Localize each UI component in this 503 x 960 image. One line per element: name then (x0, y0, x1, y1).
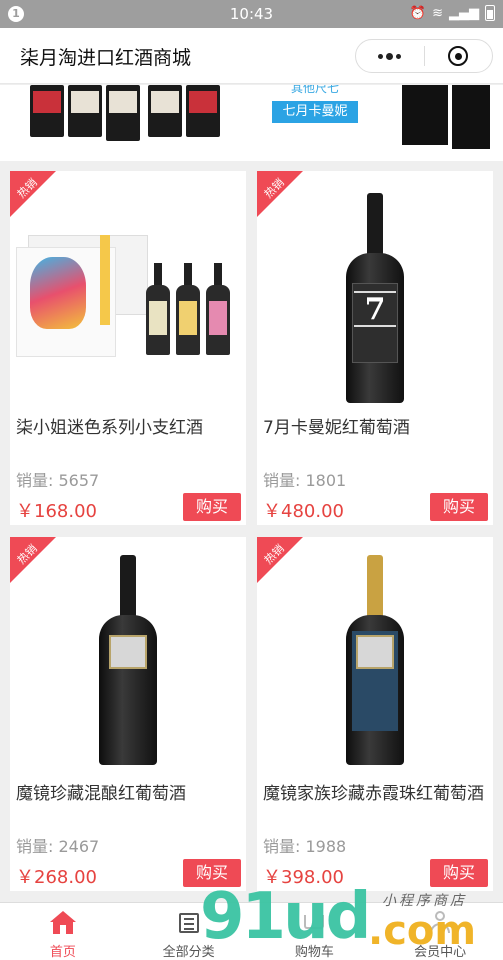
banner-headline: 其他尺七 (290, 85, 339, 95)
product-name[interactable]: 柒小姐迷色系列小支红酒 (16, 415, 242, 441)
promo-banner[interactable]: 其他尺七 七月卡曼妮 (0, 85, 503, 161)
product-price: ￥480.00 (263, 501, 344, 522)
close-miniprogram-icon[interactable] (425, 40, 493, 72)
tab-home[interactable]: 首页 (0, 903, 126, 960)
user-icon (427, 911, 453, 935)
banner-bottle (68, 85, 102, 137)
list-icon (176, 911, 202, 935)
miniprogram-capsule (355, 39, 493, 73)
gift-art-illustration (30, 257, 86, 329)
mini-bottle (176, 263, 200, 355)
tab-member-label: 会员中心 (414, 945, 467, 960)
navigation-bar: 柒月淘进口红酒商城 (0, 28, 503, 84)
banner-bottle (106, 85, 140, 141)
buy-button[interactable]: 购买 (183, 493, 241, 521)
banner-gift-box (452, 85, 490, 149)
buy-button[interactable]: 购买 (430, 859, 488, 887)
product-card[interactable]: 热销 魔镜家族珍藏赤霞珠红葡萄酒 销量: 1988 ￥398.00 购买 (257, 537, 493, 891)
sales-count: 销量: 1988 (263, 837, 347, 856)
tab-cart[interactable]: 购物车 (252, 903, 378, 960)
bottom-tab-bar: 首页 全部分类 购物车 会员中心 (0, 902, 503, 960)
signal-icon: ▂▄▆ (449, 5, 479, 21)
tab-cart-label: 购物车 (294, 945, 334, 960)
page-title: 柒月淘进口红酒商城 (20, 47, 192, 69)
sales-count: 销量: 5657 (16, 471, 100, 490)
banner-bottle (186, 85, 220, 137)
product-card[interactable]: 热销 魔镜珍藏混酿红葡萄酒 销量: 2467 ￥268.00 购买 (10, 537, 246, 891)
hot-badge: 热销 (10, 171, 56, 217)
hot-badge: 热销 (257, 171, 303, 217)
alarm-icon: ⏰ (409, 5, 427, 21)
banner-gift-box (402, 85, 448, 145)
product-card[interactable]: 热销 柒小姐迷色系列小支红酒 销量: 5657 ￥168.00 购买 (10, 171, 246, 525)
product-price: ￥398.00 (263, 867, 344, 888)
product-price: ￥268.00 (16, 867, 97, 888)
mini-bottle (206, 263, 230, 355)
product-name[interactable]: 魔镜家族珍藏赤霞珠红葡萄酒 (263, 781, 489, 807)
tab-member[interactable]: 会员中心 (377, 903, 503, 960)
home-icon (49, 911, 76, 935)
mini-bottle (146, 263, 170, 355)
wine-bottle-illustration (99, 555, 157, 769)
product-price: ￥168.00 (16, 501, 97, 522)
tab-categories-label: 全部分类 (162, 945, 215, 960)
sales-count: 销量: 2467 (16, 837, 100, 856)
sales-count: 销量: 1801 (263, 471, 347, 490)
hot-badge: 热销 (10, 537, 56, 583)
product-name[interactable]: 7月卡曼妮红葡萄酒 (263, 415, 489, 441)
wine-bottle-illustration: 7 (346, 193, 404, 405)
cart-icon (301, 911, 327, 935)
hot-badge: 热销 (257, 537, 303, 583)
more-menu-icon[interactable] (356, 40, 424, 72)
banner-bottle (30, 85, 64, 137)
wine-bottle-illustration (346, 555, 404, 769)
tab-home-label: 首页 (49, 945, 76, 960)
status-icons: ⏰ ≋ ▂▄▆ (410, 5, 495, 21)
tab-categories[interactable]: 全部分类 (126, 903, 252, 960)
banner-bottle (148, 85, 182, 137)
status-bar: 1 10:43 ⏰ ≋ ▂▄▆ (0, 0, 503, 28)
buy-button[interactable]: 购买 (183, 859, 241, 887)
battery-icon (485, 5, 495, 21)
banner-promo-tag: 七月卡曼妮 (272, 101, 358, 123)
ribbon-illustration (100, 235, 110, 325)
product-card[interactable]: 7 热销 7月卡曼妮红葡萄酒 销量: 1801 ￥480.00 购买 (257, 171, 493, 525)
buy-button[interactable]: 购买 (430, 493, 488, 521)
product-name[interactable]: 魔镜珍藏混酿红葡萄酒 (16, 781, 242, 807)
wifi-icon: ≋ (432, 5, 443, 21)
